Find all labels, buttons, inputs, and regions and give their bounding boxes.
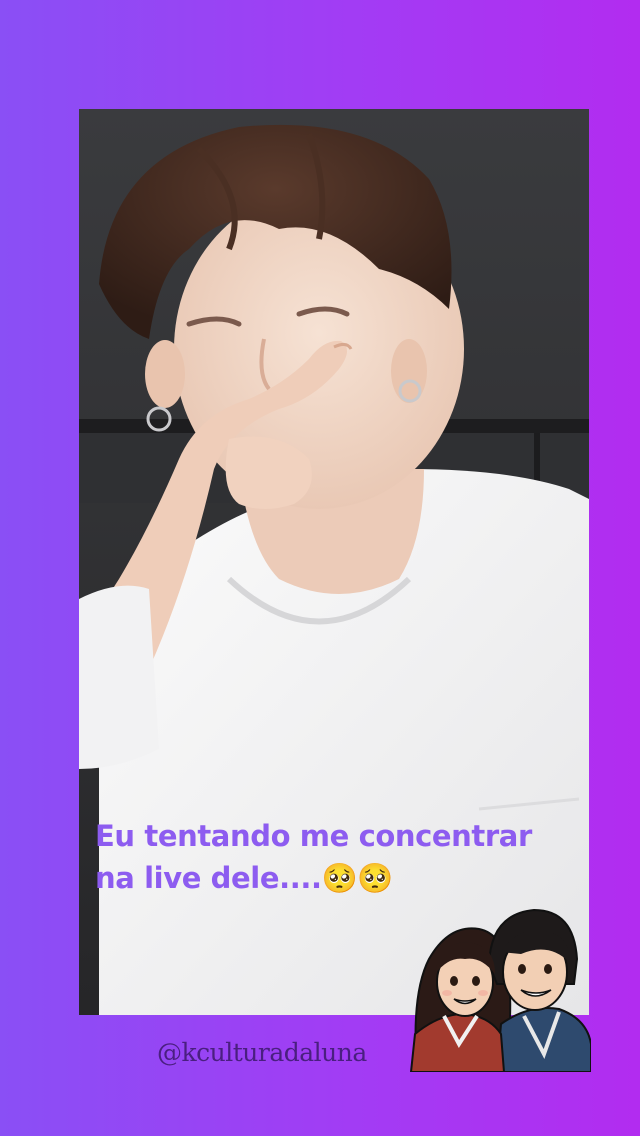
caption-text: Eu tentando me concentrar na live dele..… <box>95 815 565 899</box>
caption-line-1: Eu tentando me concentrar <box>95 819 532 853</box>
caption-line-2: na live dele....🥺🥺 <box>95 861 393 895</box>
account-handle: @kculturadaluna <box>157 1038 367 1067</box>
video-still-photo: Eu tentando me concentrar na live dele..… <box>79 109 589 1015</box>
couple-mascot-icon <box>409 904 591 1072</box>
